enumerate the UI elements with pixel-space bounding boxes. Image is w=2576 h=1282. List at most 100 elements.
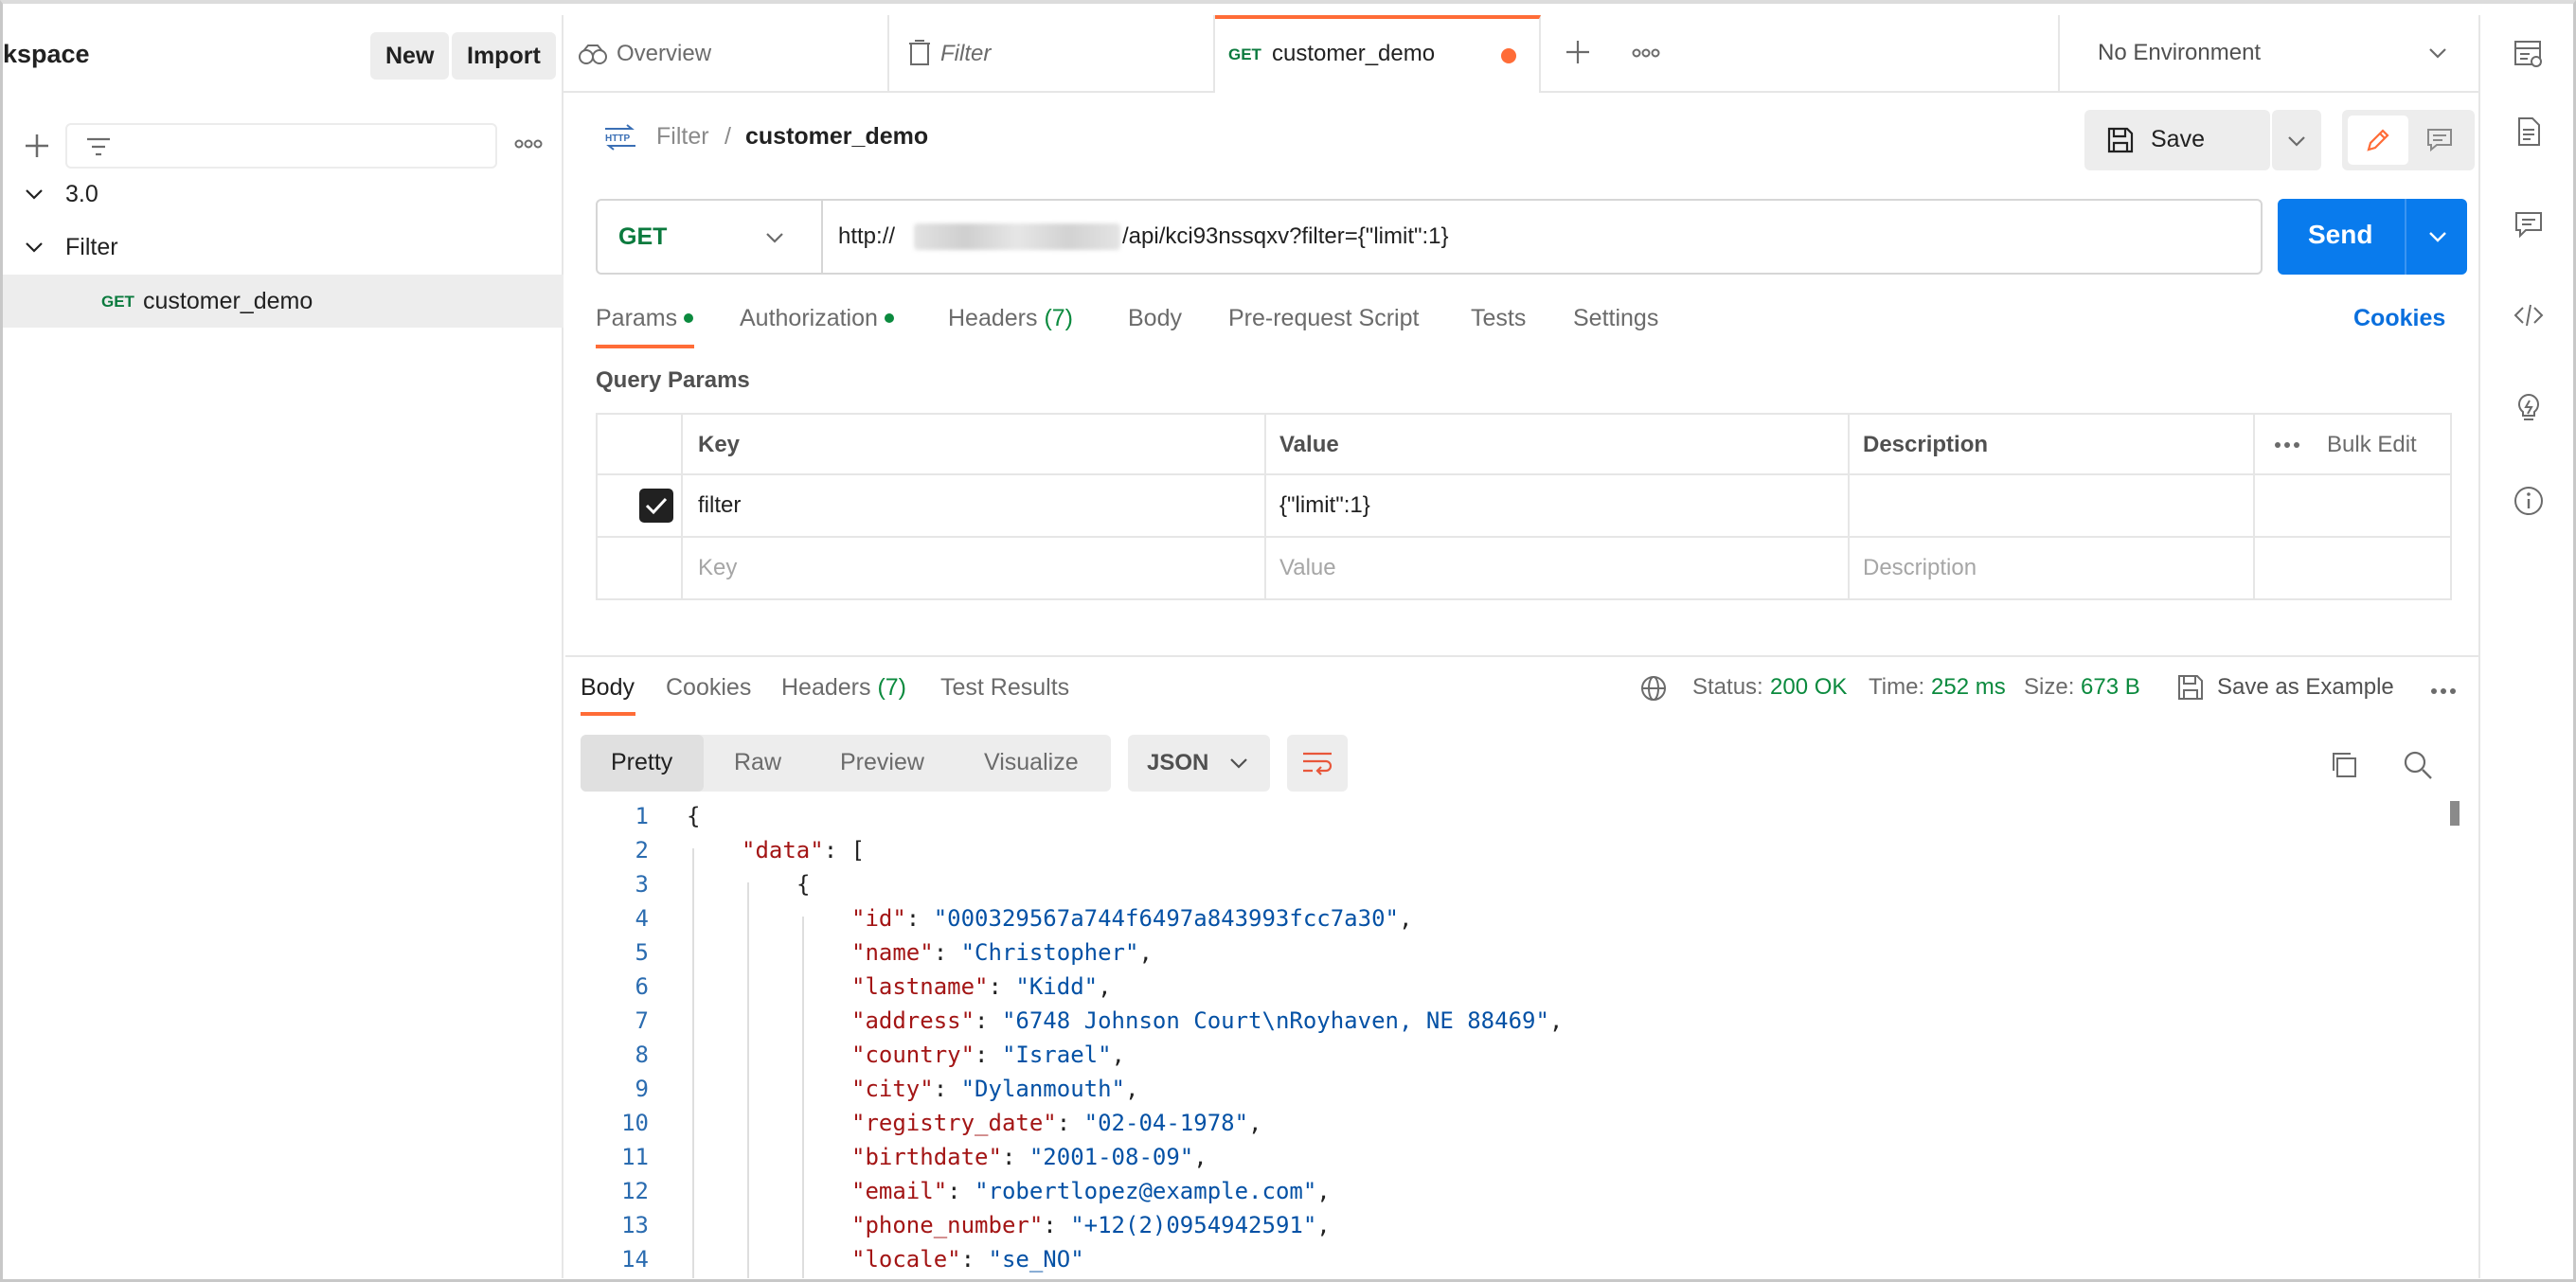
svg-text:HTTP: HTTP (605, 134, 630, 144)
new-button[interactable]: New (370, 32, 450, 80)
json-string-value: "Dylanmouth" (960, 1076, 1125, 1102)
request-url-bar: GET http:// /api/kci93nssqxv?filter={"li… (596, 199, 2263, 275)
chevron-down-icon[interactable] (24, 187, 45, 202)
indent-guide (747, 882, 749, 1278)
send-divider (2405, 199, 2406, 275)
lightbulb-icon[interactable] (2513, 392, 2545, 424)
more-options-icon[interactable] (514, 134, 543, 153)
request-title[interactable]: customer_demo (745, 123, 928, 151)
tab-headers[interactable]: Headers (7) (948, 305, 1073, 332)
json-key: "lastname" (851, 973, 989, 1000)
code-icon[interactable] (2513, 299, 2545, 331)
new-param-key-input[interactable]: Key (698, 555, 737, 581)
tab-label: Params (596, 305, 678, 331)
line-number: 2 (635, 837, 649, 864)
url-prefix: http:// (838, 223, 896, 249)
tab-label: customer_demo (1272, 41, 1436, 66)
code-line: "country": "Israel", (851, 1042, 1125, 1068)
documentation-icon[interactable] (2513, 116, 2545, 148)
chevron-down-icon[interactable] (24, 240, 45, 255)
send-button[interactable]: Send (2278, 199, 2467, 275)
line-number: 1 (635, 803, 649, 829)
wrap-lines-button[interactable] (1287, 735, 1348, 792)
line-number: 11 (621, 1144, 649, 1170)
response-tab-cookies[interactable]: Cookies (666, 674, 751, 702)
right-icon-bar (2478, 15, 2573, 1278)
format-selector[interactable]: JSON (1128, 735, 1270, 792)
param-value[interactable]: {"limit":1} (1279, 492, 1370, 519)
param-enabled-checkbox[interactable] (639, 489, 673, 523)
headers-count: (7) (1044, 305, 1074, 331)
tab-settings[interactable]: Settings (1573, 305, 1658, 332)
json-string-value: "000329567a744f6497a843993fcc7a30" (933, 905, 1399, 932)
code-line: "birthdate": "2001-08-09", (851, 1144, 1208, 1170)
bulk-edit-button[interactable]: Bulk Edit (2327, 432, 2417, 458)
more-options-icon[interactable] (2274, 439, 2300, 451)
sidebar-search-input[interactable] (65, 123, 497, 169)
environment-selector[interactable]: No Environment (2058, 15, 2478, 93)
chevron-down-icon[interactable] (2427, 229, 2448, 244)
response-tab-body[interactable]: Body (581, 674, 635, 702)
response-tab-headers[interactable]: Headers (7) (781, 674, 906, 702)
tab-filter[interactable]: Filter (889, 15, 1215, 93)
response-body-code[interactable]: 1 {2 "data": [3 {4 "id": "000329567a744f6497… (565, 801, 2460, 1278)
view-raw[interactable]: Raw (734, 749, 781, 776)
save-options-button[interactable] (2272, 110, 2321, 170)
view-pretty[interactable]: Pretty (581, 735, 704, 792)
add-collection-icon[interactable] (22, 131, 52, 161)
code-line: "registry_date": "02-04-1978", (851, 1110, 1262, 1136)
tab-customer-demo[interactable]: GET customer_demo (1215, 15, 1541, 93)
chevron-down-icon (2286, 134, 2307, 149)
code-line: "data": [ (742, 837, 866, 864)
indent-guide (802, 917, 804, 1278)
more-options-icon[interactable] (2429, 686, 2458, 697)
code-line: "id": "000329567a744f6497a843993fcc7a30"… (851, 905, 1413, 932)
tab-tests[interactable]: Tests (1471, 305, 1526, 332)
breadcrumb-parent[interactable]: Filter (656, 123, 709, 151)
param-key[interactable]: filter (698, 492, 741, 519)
json-key: "city" (851, 1076, 934, 1102)
comments-icon[interactable] (2513, 208, 2545, 240)
edit-mode-button[interactable] (2348, 116, 2408, 165)
headers-count: (7) (877, 674, 907, 701)
search-icon[interactable] (2403, 750, 2433, 780)
tree-item-folder-3-0[interactable]: 3.0 (3, 168, 564, 221)
overview-icon (577, 43, 609, 67)
environment-quick-look-icon[interactable] (2513, 38, 2545, 70)
cookies-link[interactable]: Cookies (2353, 305, 2445, 332)
status-value[interactable]: 200 OK (1770, 674, 1847, 701)
url-input[interactable]: http:// /api/kci93nssqxv?filter={"limit"… (823, 201, 2261, 273)
json-string-value: "Israel" (1001, 1042, 1112, 1068)
line-number: 6 (635, 973, 649, 1000)
wrap-lines-icon (1300, 748, 1334, 778)
copy-icon[interactable] (2329, 750, 2359, 780)
scrollbar-thumb[interactable] (2450, 801, 2460, 826)
tree-item-request-customer-demo[interactable]: GET customer_demo (3, 275, 564, 328)
import-button[interactable]: Import (452, 32, 556, 80)
globe-icon[interactable] (1639, 674, 1668, 703)
folder-icon (906, 39, 933, 67)
save-button[interactable]: Save (2084, 110, 2270, 170)
tab-overview[interactable]: Overview (564, 15, 889, 93)
time-value[interactable]: 252 ms (1931, 674, 2006, 701)
tree-item-folder-filter[interactable]: Filter (3, 221, 564, 274)
comment-mode-icon[interactable] (2425, 126, 2454, 154)
tab-params[interactable]: Params (596, 305, 694, 332)
new-param-description-input[interactable]: Description (1863, 555, 1977, 581)
save-as-example-button[interactable]: Save as Example (2217, 674, 2394, 701)
response-tab-test-results[interactable]: Test Results (940, 674, 1069, 702)
more-tabs-icon[interactable] (1632, 45, 1660, 61)
size-value[interactable]: 673 B (2081, 674, 2140, 701)
method-selector[interactable]: GET (598, 201, 823, 273)
new-tab-icon[interactable] (1564, 38, 1592, 66)
line-number: 5 (635, 939, 649, 966)
view-visualize[interactable]: Visualize (984, 749, 1079, 776)
unsaved-dot-icon (1501, 48, 1516, 63)
tab-authorization[interactable]: Authorization (740, 305, 894, 332)
view-preview[interactable]: Preview (840, 749, 924, 776)
new-param-value-input[interactable]: Value (1279, 555, 1336, 581)
tab-body[interactable]: Body (1128, 305, 1182, 332)
tab-pre-request-script[interactable]: Pre-request Script (1228, 305, 1419, 332)
sidebar: kspace New Import 3.0 Filter GET custome… (3, 15, 564, 1278)
info-icon[interactable] (2513, 485, 2545, 517)
